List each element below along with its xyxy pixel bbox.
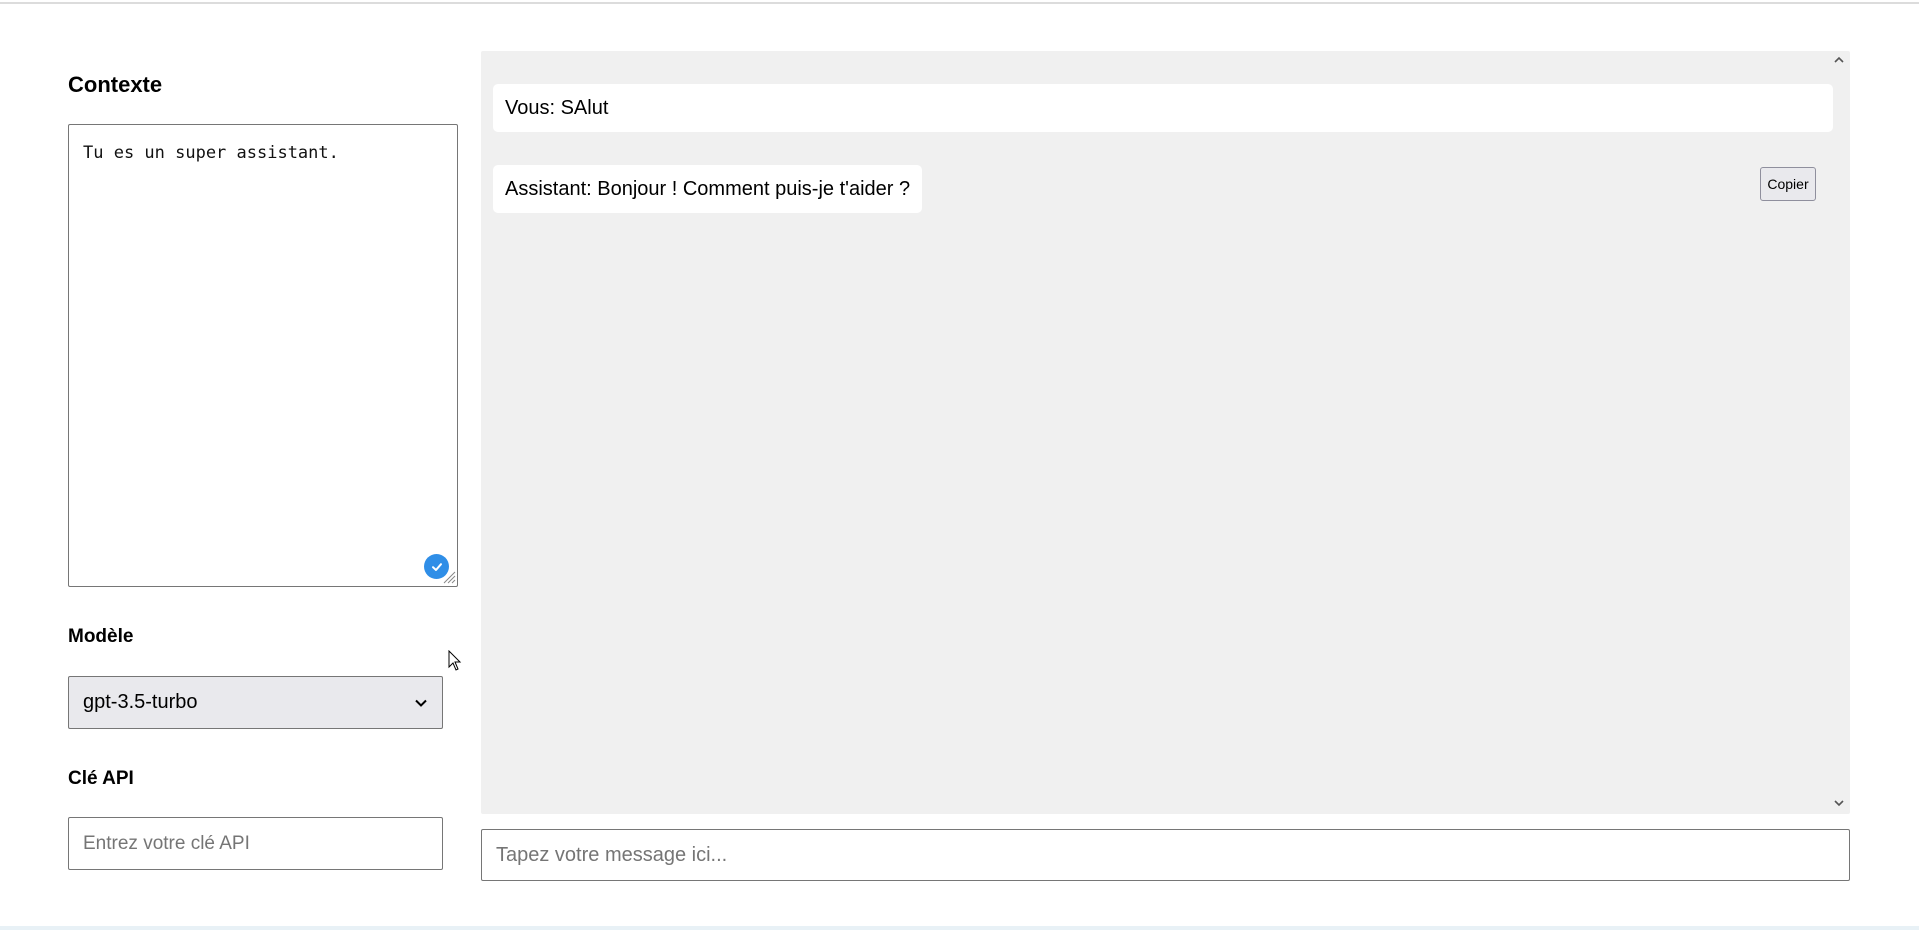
copy-button[interactable]: Copier bbox=[1760, 167, 1816, 201]
context-textarea[interactable]: Tu es un super assistant. bbox=[68, 124, 458, 587]
sidebar: Contexte Tu es un super assistant. Modèl… bbox=[68, 0, 468, 930]
api-key-title: Clé API bbox=[68, 768, 134, 789]
api-key-input[interactable] bbox=[68, 817, 443, 870]
chat-history[interactable]: Vous: SAlut Assistant: Bonjour ! Comment… bbox=[481, 51, 1850, 814]
model-title: Modèle bbox=[68, 626, 134, 647]
bottom-divider bbox=[0, 926, 1919, 930]
chevron-down-icon bbox=[414, 691, 428, 714]
assistant-message: Assistant: Bonjour ! Comment puis-je t'a… bbox=[493, 165, 923, 213]
mouse-pointer-icon bbox=[448, 649, 462, 672]
user-message: Vous: SAlut bbox=[493, 84, 1833, 132]
resize-handle-icon[interactable] bbox=[442, 570, 456, 584]
chevron-up-icon[interactable] bbox=[1832, 53, 1846, 67]
model-select-value: gpt-3.5-turbo bbox=[83, 691, 198, 713]
context-title: Contexte bbox=[68, 72, 163, 97]
model-select[interactable]: gpt-3.5-turbo bbox=[68, 676, 443, 729]
chevron-down-icon[interactable] bbox=[1832, 796, 1846, 810]
message-input[interactable] bbox=[481, 829, 1850, 881]
